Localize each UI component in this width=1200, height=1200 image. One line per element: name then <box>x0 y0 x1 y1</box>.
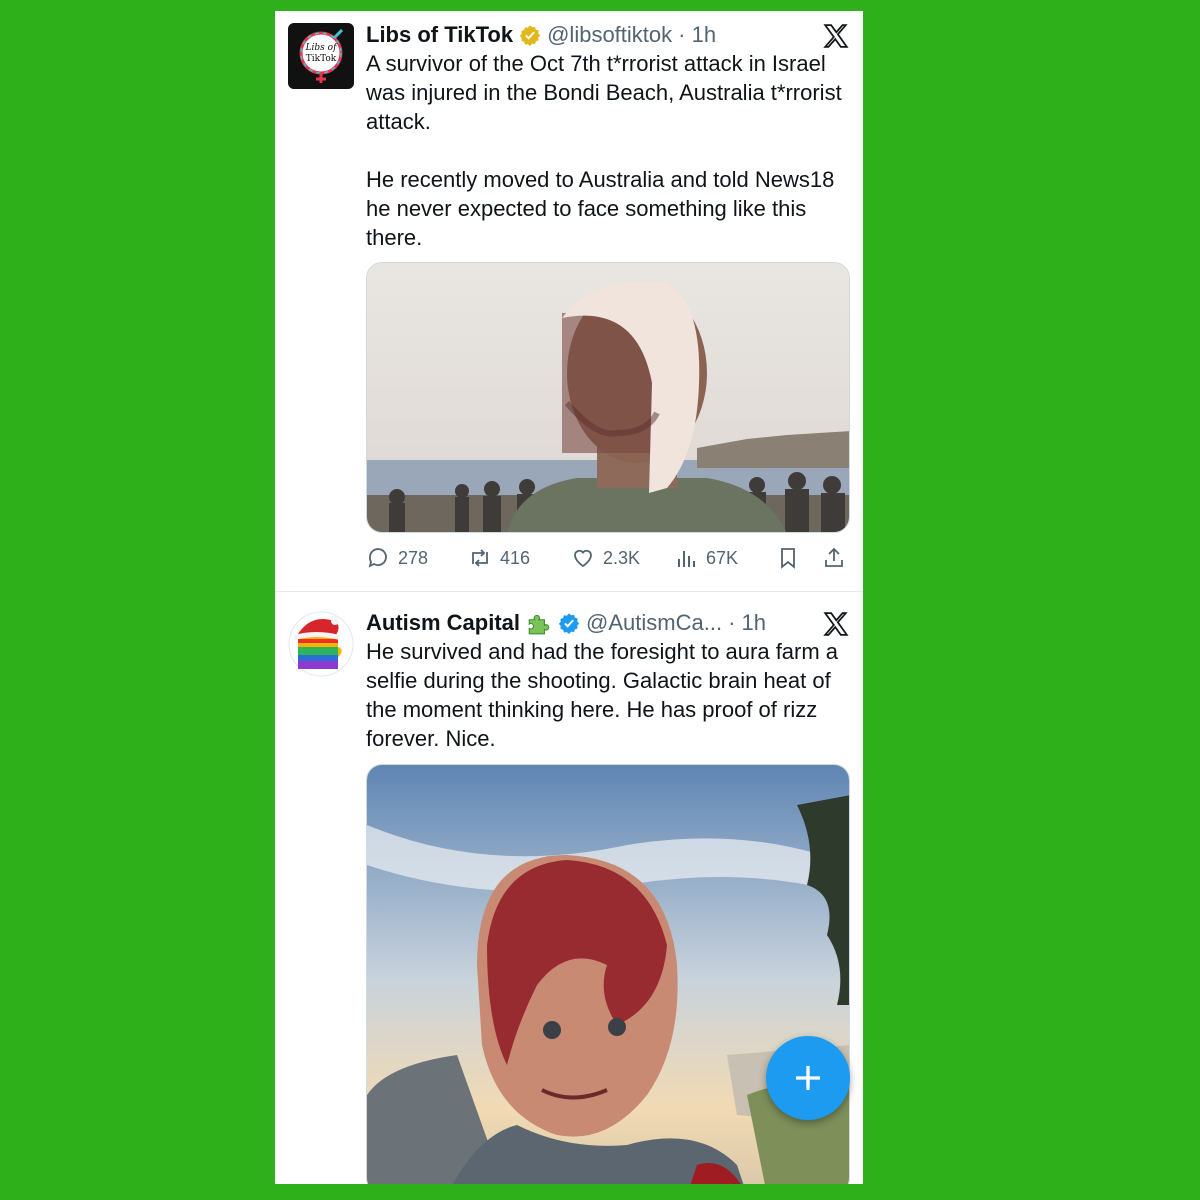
tweet-media-image[interactable] <box>366 764 850 1184</box>
display-name[interactable]: Libs of TikTok <box>366 22 513 48</box>
tweet-actions: 278 416 2.3K 67K <box>366 546 851 572</box>
timestamp[interactable]: · 1h <box>678 22 716 48</box>
display-name[interactable]: Autism Capital <box>366 610 520 636</box>
repost-count: 416 <box>500 547 531 568</box>
photo-injured-man-beach-icon <box>367 263 849 532</box>
plus-icon <box>796 1066 820 1090</box>
repost-icon <box>472 549 488 567</box>
compose-post-button[interactable] <box>766 1036 850 1120</box>
bookmark-icon <box>781 548 795 569</box>
bookmark-button[interactable] <box>776 546 808 570</box>
tweet-divider <box>275 591 863 592</box>
tweet-header: Libs of TikTok @libsoftiktok · 1h <box>366 21 716 49</box>
timestamp[interactable]: · 1h <box>728 610 766 636</box>
share-button[interactable] <box>822 546 854 570</box>
share-icon <box>825 547 843 567</box>
heart-icon <box>574 549 592 568</box>
tweet-media-image[interactable] <box>366 262 850 533</box>
reply-icon <box>368 548 387 568</box>
like-count: 2.3K <box>603 547 641 568</box>
avatar-libs-of-tiktok[interactable]: Libs of TikTok <box>288 23 354 89</box>
views-button[interactable]: 67K <box>674 546 738 570</box>
reply-button[interactable]: 278 <box>366 546 428 570</box>
tweet-text: A survivor of the Oct 7th t*rrorist atta… <box>366 51 842 250</box>
svg-text:Libs of: Libs of <box>305 43 339 53</box>
tweet-libs-of-tiktok[interactable]: Libs of TikTok Libs of TikTok @libsoftik… <box>275 11 863 591</box>
like-button[interactable]: 2.3K <box>571 546 640 570</box>
verified-gold-badge-icon <box>519 25 541 46</box>
views-chart-icon <box>678 551 695 567</box>
reply-count: 278 <box>398 547 429 568</box>
puzzle-piece-icon <box>528 614 550 635</box>
svg-text:TikTok: TikTok <box>306 54 337 64</box>
x-logo-icon[interactable] <box>823 611 849 637</box>
repost-button[interactable]: 416 <box>468 546 530 570</box>
tweet-header: Autism Capital @AutismCa... · 1h <box>366 609 766 637</box>
verified-blue-badge-icon <box>558 613 580 634</box>
avatar-autism-capital[interactable] <box>288 611 354 677</box>
x-logo-icon[interactable] <box>823 23 849 49</box>
photo-bloodied-selfie-icon <box>367 765 849 1184</box>
handle[interactable]: @libsoftiktok <box>547 22 672 48</box>
handle[interactable]: @AutismCa... <box>586 610 722 636</box>
screenshot-frame: Libs of TikTok Libs of TikTok @libsoftik… <box>275 11 863 1184</box>
tweet-text: He survived and had the foresight to aur… <box>366 639 845 751</box>
view-count: 67K <box>706 547 739 568</box>
